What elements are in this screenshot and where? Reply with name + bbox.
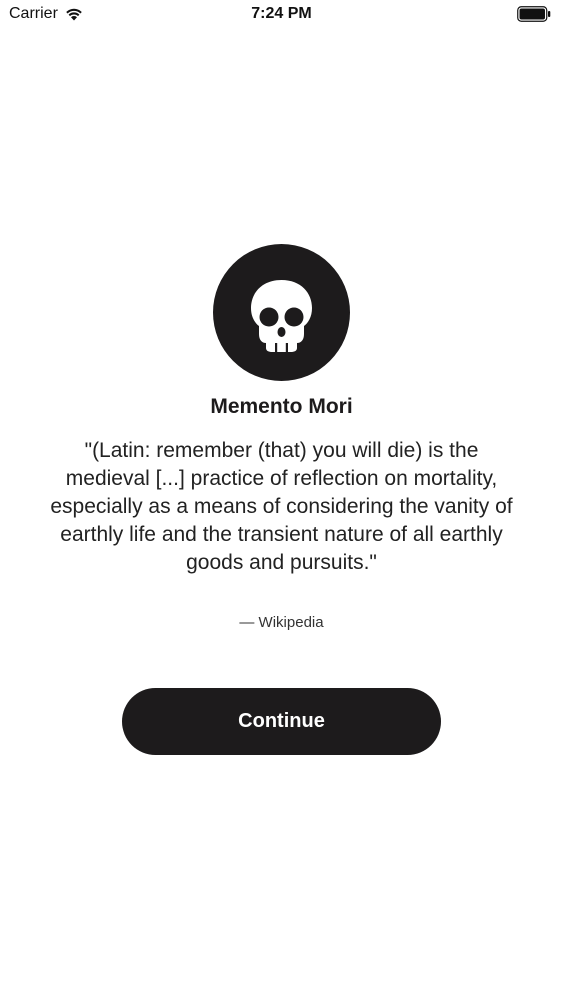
battery-icon [517, 6, 551, 22]
skull-icon [251, 280, 312, 352]
continue-button[interactable]: Continue [122, 688, 441, 755]
page-title: Memento Mori [210, 395, 353, 418]
quote-text: "(Latin: remember (that) you will die) i… [50, 439, 513, 574]
quote-attribution: — Wikipedia [239, 614, 324, 631]
status-time: 7:24 PM [251, 5, 312, 22]
status-bar: Carrier 7:24 PM [0, 0, 563, 30]
skull-badge [213, 244, 350, 381]
